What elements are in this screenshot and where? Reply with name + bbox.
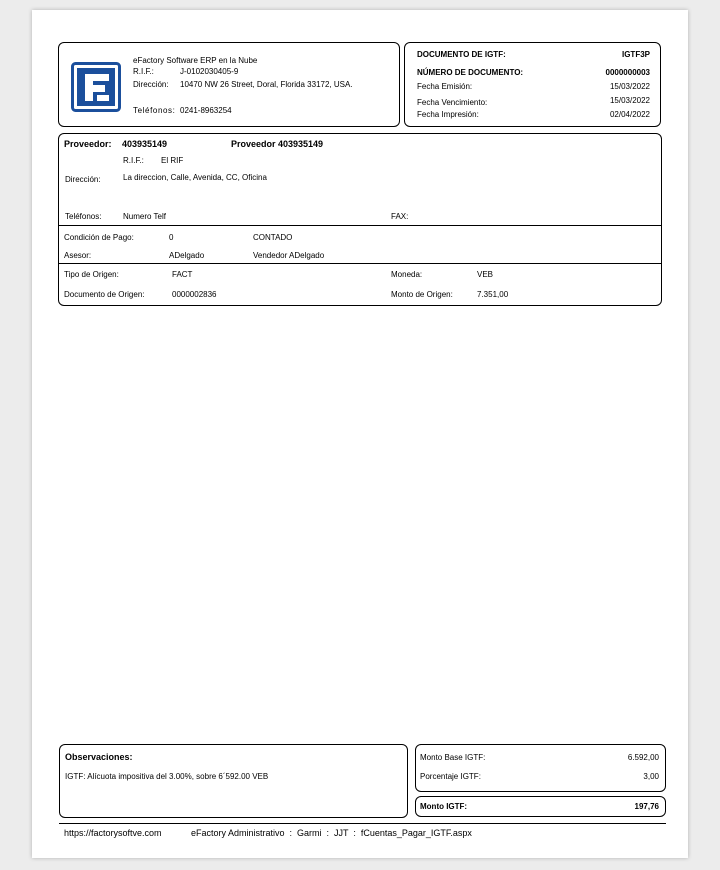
currency-label: Moneda: [391,270,423,279]
provider-rif: El RIF [161,156,184,165]
pct-label: Porcentaje IGTF: [420,772,481,781]
company-name: eFactory Software ERP en la Nube [133,56,258,65]
doc-emission-label: Fecha Emisión: [417,82,473,91]
provider-label: Proveedor: [64,139,112,149]
efactory-logo-icon [71,62,121,112]
base-label: Monto Base IGTF: [420,753,486,762]
provider-address: La direccion, Calle, Avenida, CC, Oficin… [123,173,267,182]
provider-divider-1 [58,225,662,226]
provider-rif-label: R.I.F.: [123,156,144,165]
totals-box [415,744,666,792]
document-page: eFactory Software ERP en la Nube R.I.F.:… [32,10,688,858]
footer-rule [59,823,666,824]
origin-doc-label: Documento de Origen: [64,290,145,299]
payment-label: Condición de Pago: [64,233,134,242]
provider-address-label: Dirección: [65,175,101,184]
provider-fax-label: FAX: [391,212,409,221]
advisor-label: Asesor: [64,251,92,260]
provider-divider-2 [58,263,662,264]
doc-print-label: Fecha Impresión: [417,110,479,119]
origin-type: FACT [172,270,193,279]
origin-type-label: Tipo de Origen: [64,270,119,279]
provider-phones-label: Teléfonos: [65,212,102,221]
doc-title-value: IGTF3P [621,50,650,59]
company-phones-label: Teléfonos: [133,106,176,115]
payment-name: CONTADO [253,233,293,242]
origin-doc: 0000002836 [172,290,217,299]
provider-name: Proveedor 403935149 [231,139,324,149]
provider-phones: Numero Telf [123,212,166,221]
company-rif: J-0102030405-9 [180,67,239,76]
payment-code: 0 [169,233,174,242]
currency: VEB [477,270,494,279]
provider-code: 403935149 [122,139,168,149]
doc-title-label: DOCUMENTO DE IGTF: [417,50,506,59]
pct-value: 3,00 [643,772,659,781]
doc-due-value: 15/03/2022 [609,96,650,105]
doc-emission-value: 15/03/2022 [609,82,650,91]
footer-url-link[interactable]: https://factorysoftve.com [64,829,162,838]
base-value: 6.592,00 [627,753,659,762]
company-phones: 0241-8963254 [180,106,232,115]
footer-info: eFactory Administrativo : Garmi : JJT : … [191,828,472,838]
company-address-label: Dirección: [133,80,169,89]
observations-text: IGTF: Alícuota impositiva del 3.00%, sob… [65,772,269,781]
origin-amount: 7.351,00 [477,290,509,299]
doc-print-value: 02/04/2022 [609,110,650,119]
total-label: Monto IGTF: [420,802,468,811]
company-rif-label: R.I.F.: [133,67,154,76]
observations-title: Observaciones: [65,752,133,762]
company-address: 10470 NW 26 Street, Doral, Florida 33172… [180,80,353,89]
doc-number-label: NÚMERO DE DOCUMENTO: [417,68,524,77]
origin-amount-label: Monto de Origen: [391,290,453,299]
advisor-code: ADelgado [169,251,205,260]
total-value: 197,76 [634,802,659,811]
doc-number-value: 0000000003 [605,68,651,77]
doc-due-label: Fecha Vencimiento: [417,98,488,107]
advisor-name: Vendedor ADelgado [253,251,325,260]
